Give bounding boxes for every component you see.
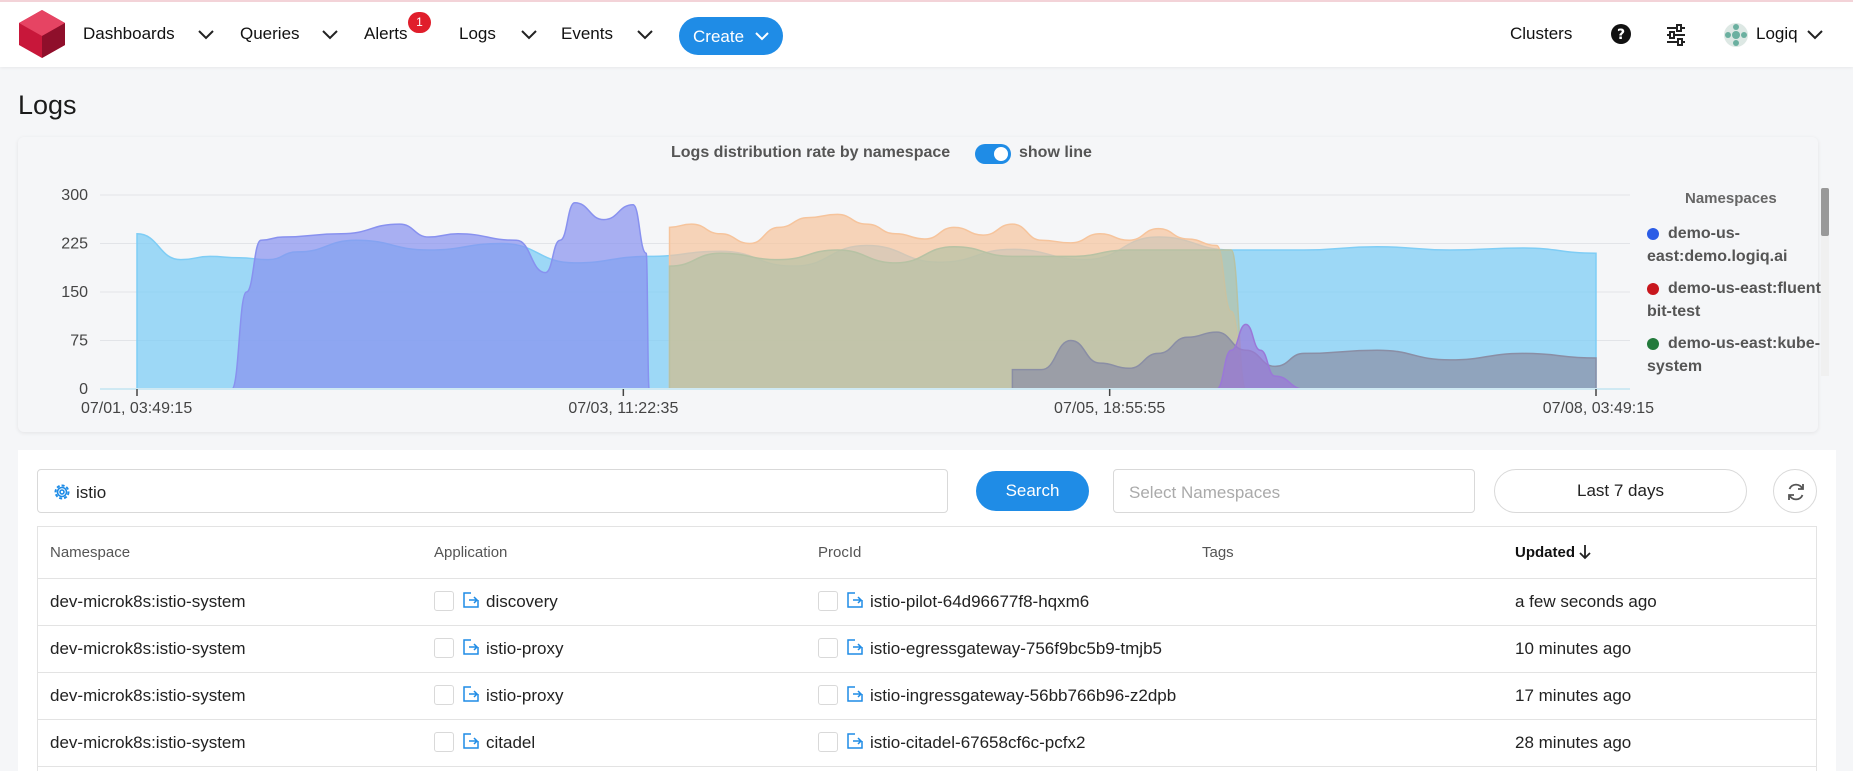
y-tick-label: 225 (61, 236, 88, 253)
alerts-badge: 1 (408, 12, 431, 33)
x-tick-label: 07/05, 18:55:55 (1054, 400, 1165, 417)
toggle-knob (994, 147, 1008, 161)
col-procid-header[interactable]: ProcId (818, 544, 861, 561)
namespace-placeholder: Select Namespaces (1129, 483, 1281, 502)
time-range-button[interactable]: Last 7 days (1494, 469, 1747, 513)
nav-alerts[interactable]: Alerts (364, 24, 407, 44)
x-tick-label: 07/03, 11:22:35 (568, 400, 678, 417)
nav-logs[interactable]: Logs (459, 24, 496, 44)
col-namespace-header[interactable]: Namespace (50, 544, 130, 561)
open-procid-icon[interactable] (846, 638, 864, 656)
procid-checkbox[interactable] (818, 638, 838, 658)
application-cell[interactable]: citadel (486, 733, 535, 753)
open-procid-icon[interactable] (846, 685, 864, 703)
open-procid-icon[interactable] (846, 591, 864, 609)
nav-clusters[interactable]: Clusters (1510, 24, 1572, 44)
updated-cell: 17 minutes ago (1515, 686, 1632, 705)
y-tick-label: 75 (70, 333, 88, 350)
logiq-logo[interactable] (19, 10, 65, 58)
show-line-toggle[interactable] (975, 144, 1011, 164)
legend-label: demo-us-east:kube-system (1647, 335, 1821, 375)
page-title: Logs (18, 90, 77, 120)
x-tick-label: 07/01, 03:49:15 (81, 400, 192, 417)
events-chevron-down-icon[interactable] (636, 28, 654, 40)
refresh-button[interactable] (1773, 469, 1817, 513)
procid-cell[interactable]: istio-citadel-67658cf6c-pcfx2 (870, 733, 1085, 753)
nav-queries[interactable]: Queries (240, 24, 300, 44)
updated-cell: a few seconds ago (1515, 592, 1657, 611)
namespace-select[interactable]: Select Namespaces (1113, 469, 1475, 513)
chart-title: Logs distribution rate by namespace (671, 144, 951, 161)
legend-scrollbar[interactable] (1821, 188, 1829, 376)
procid-checkbox[interactable] (818, 685, 838, 705)
y-tick-label: 150 (61, 284, 88, 301)
y-tick-label: 0 (79, 381, 88, 398)
col-tags-header[interactable]: Tags (1202, 544, 1234, 561)
open-application-icon[interactable] (462, 685, 480, 703)
application-checkbox[interactable] (434, 591, 454, 611)
col-updated-header[interactable]: Updated (1515, 544, 1575, 561)
gear-icon[interactable] (52, 482, 72, 502)
queries-chevron-down-icon[interactable] (321, 28, 339, 40)
namespace-cell: dev-microk8s:istio-system (50, 686, 246, 705)
search-button[interactable]: Search (976, 471, 1089, 511)
table-row[interactable]: dev-microk8s:istio-system discovery istio-… (38, 579, 1816, 626)
namespace-cell: dev-microk8s:istio-system (50, 592, 246, 611)
application-cell[interactable]: istio-proxy (486, 686, 563, 706)
search-input[interactable]: istio (37, 469, 948, 513)
legend-label: demo-us-east:demo.logiq.ai (1647, 225, 1788, 265)
sort-arrow-down-icon[interactable] (1578, 544, 1592, 560)
col-application-header[interactable]: Application (434, 544, 507, 561)
application-checkbox[interactable] (434, 685, 454, 705)
open-application-icon[interactable] (462, 638, 480, 656)
nav-events[interactable]: Events (561, 24, 613, 44)
open-application-icon[interactable] (462, 732, 480, 750)
user-avatar[interactable] (1723, 22, 1749, 48)
show-line-label: show line (1019, 144, 1092, 161)
namespace-cell: dev-microk8s:istio-system (50, 639, 246, 658)
table-row[interactable]: dev-microk8s:istio-system citadel istio-ci… (38, 720, 1816, 767)
procid-cell[interactable]: istio-pilot-64d96677f8-hqxm6 (870, 592, 1089, 612)
application-checkbox[interactable] (434, 638, 454, 658)
updated-cell: 10 minutes ago (1515, 639, 1632, 658)
y-tick-label: 300 (61, 187, 88, 204)
procid-checkbox[interactable] (818, 591, 838, 611)
legend-label: demo-us-east:fluent-bit-test (1647, 280, 1827, 320)
legend-scroll-thumb[interactable] (1821, 188, 1829, 236)
create-button-label: Create (693, 27, 745, 46)
procid-cell[interactable]: istio-egressgateway-756f9bc5b9-tmjb5 (870, 639, 1162, 659)
open-procid-icon[interactable] (846, 732, 864, 750)
updated-cell: 28 minutes ago (1515, 733, 1632, 752)
x-tick-label: 07/08, 03:49:15 (1543, 400, 1654, 417)
application-cell[interactable]: istio-proxy (486, 639, 563, 659)
settings-sliders-icon[interactable] (1665, 24, 1687, 46)
application-cell[interactable]: discovery (486, 592, 558, 612)
refresh-icon (1788, 483, 1804, 501)
procid-cell[interactable]: istio-ingressgateway-56bb766b96-z2dpb (870, 686, 1176, 706)
open-application-icon[interactable] (462, 591, 480, 609)
create-chevron-down-icon (755, 32, 769, 41)
user-menu-name[interactable]: Logiq (1756, 24, 1798, 44)
user-chevron-down-icon[interactable] (1806, 28, 1824, 40)
create-button[interactable]: Create (679, 17, 783, 55)
logs-chevron-down-icon[interactable] (520, 28, 538, 40)
top-navbar: Dashboards Queries Alerts 1 Logs Events … (0, 0, 1853, 67)
logs-table: Namespace Application ProcId Tags Update… (37, 526, 1817, 771)
procid-checkbox[interactable] (818, 732, 838, 752)
legend-title: Namespaces (1685, 190, 1777, 207)
logs-distribution-chart: 300 225 150 75 0 07/01, 03:49:15 07/03, 11:22:… (61, 187, 1654, 417)
search-query-text: istio (76, 483, 107, 502)
nav-dashboards[interactable]: Dashboards (83, 24, 175, 44)
svg-text:?: ? (1617, 27, 1625, 43)
namespace-cell: dev-microk8s:istio-system (50, 733, 246, 752)
application-checkbox[interactable] (434, 732, 454, 752)
dashboards-chevron-down-icon[interactable] (197, 28, 215, 40)
table-row[interactable]: dev-microk8s:istio-system istio-proxy isti… (38, 626, 1816, 673)
help-icon[interactable]: ? (1610, 23, 1632, 45)
table-row[interactable]: dev-microk8s:istio-system istio-proxy isti… (38, 673, 1816, 720)
